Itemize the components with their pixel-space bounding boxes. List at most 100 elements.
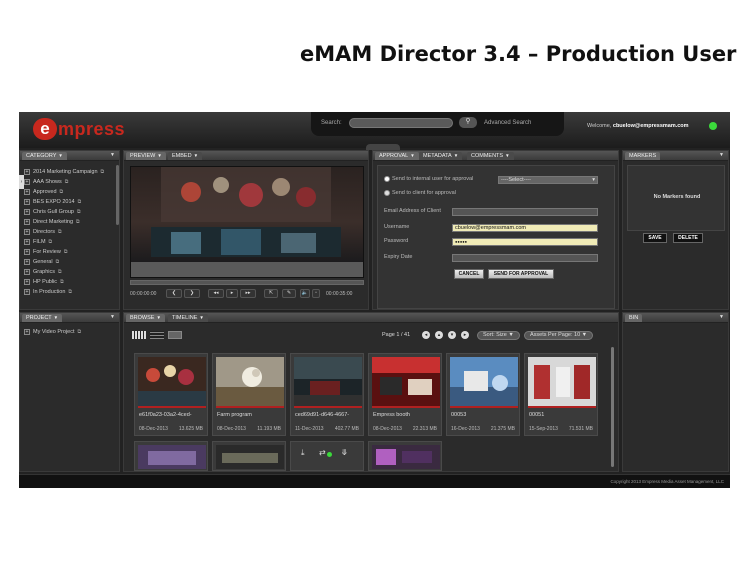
category-item[interactable]: +2014 Marketing Campaign ⧉ — [24, 167, 104, 177]
tab-project[interactable]: PROJECT ▼ — [22, 314, 63, 322]
username-field[interactable]: cbuelow@empressmam.com — [452, 224, 598, 232]
expand-icon[interactable]: + — [24, 278, 30, 285]
expand-icon[interactable]: + — [24, 178, 30, 185]
expand-icon[interactable]: + — [24, 238, 30, 245]
expand-icon[interactable]: + — [24, 188, 30, 195]
download-icon[interactable]: ⤓ — [301, 448, 305, 458]
step-back-icon[interactable]: ❮ — [166, 289, 182, 298]
expand-icon[interactable]: + — [24, 288, 30, 295]
asset-thumbnail[interactable] — [528, 357, 596, 407]
chevron-down-icon[interactable]: ▼ — [110, 152, 115, 158]
category-item[interactable]: + Approved ⧉ — [24, 187, 63, 197]
rewind-icon[interactable]: ◂◂ — [208, 289, 224, 298]
email-field[interactable] — [452, 208, 598, 216]
search-input[interactable] — [349, 118, 453, 128]
user-select[interactable]: ----Select---- ▾ — [498, 176, 598, 184]
asset-thumbnail[interactable] — [372, 445, 440, 469]
tab-approval[interactable]: APPROVAL ▼ — [375, 152, 419, 160]
asset-card[interactable]: ced69d91-d646-4667- 11-Dec-2013 402.77 M… — [290, 353, 364, 436]
category-item[interactable]: + For Review ⧉ — [24, 247, 67, 257]
tab-preview[interactable]: PREVIEW ▼ — [126, 152, 166, 160]
next-page-icon[interactable]: ▾ — [448, 331, 456, 339]
asset-card[interactable] — [134, 441, 208, 471]
category-item[interactable]: + AAA Shows ⧉ — [24, 177, 68, 187]
cancel-button[interactable]: CANCEL — [454, 269, 484, 279]
mark-in-icon[interactable]: ⇱ — [264, 289, 278, 298]
send-for-approval-button[interactable]: SEND FOR APPROVAL — [488, 269, 554, 279]
category-item[interactable]: + BES EXPO 2014 ⧉ — [24, 197, 81, 207]
asset-card[interactable]: 00053 16-Dec-2013 21.375 MB — [446, 353, 520, 436]
asset-card[interactable]: 00051 15-Sep-2013 71.531 MB — [524, 353, 598, 436]
asset-thumbnail[interactable] — [450, 357, 518, 407]
pencil-icon[interactable]: ✎ — [282, 289, 296, 298]
tab-comments[interactable]: COMMENTS ▼ — [467, 152, 514, 160]
chevron-down-icon[interactable]: ▼ — [110, 314, 115, 320]
save-button[interactable]: SAVE — [643, 233, 667, 243]
expand-icon[interactable]: + — [24, 218, 30, 225]
assets-per-page-dropdown[interactable]: Assets Per Page: 10 ▼ — [524, 331, 594, 340]
chevron-down-icon[interactable]: ▼ — [719, 314, 724, 320]
last-page-icon[interactable]: ▸ — [461, 331, 469, 339]
play-icon[interactable]: ▸ — [226, 289, 238, 298]
sort-dropdown[interactable]: Sort: Size ▼ — [477, 331, 520, 340]
expand-icon[interactable]: + — [24, 208, 30, 215]
list-view-icon[interactable] — [150, 331, 164, 339]
expand-icon[interactable]: + — [24, 168, 30, 175]
category-item[interactable]: + Chris Gull Group ⧉ — [24, 207, 81, 217]
step-forward-icon[interactable]: ❯ — [184, 289, 200, 298]
grid-view-icon[interactable] — [132, 331, 146, 339]
category-item[interactable]: + In Production ⧉ — [24, 287, 72, 297]
expand-icon[interactable]: + — [24, 198, 30, 205]
expand-icon[interactable]: + — [24, 258, 30, 265]
asset-thumbnail[interactable] — [372, 357, 440, 407]
asset-thumbnail[interactable] — [138, 445, 206, 469]
category-item[interactable]: + Directors ⧉ — [24, 227, 62, 237]
asset-card[interactable]: Empress booth 08-Dec-2013 22.313 MB — [368, 353, 442, 436]
radio-internal[interactable] — [384, 176, 390, 182]
asset-thumbnail[interactable] — [216, 357, 284, 407]
add-to-bin-icon[interactable]: ⇄ — [319, 448, 326, 457]
expiry-date-field[interactable] — [452, 254, 598, 262]
welcome-user[interactable]: cbuelow@empressmam.com — [613, 123, 689, 129]
password-field[interactable]: ●●●●● — [452, 238, 598, 246]
collapse-icon[interactable]: ⤋ — [341, 448, 348, 457]
asset-card[interactable] — [212, 441, 286, 471]
expand-icon[interactable]: + — [24, 328, 30, 335]
delete-button[interactable]: DELETE — [673, 233, 703, 243]
asset-card[interactable]: e61f0a23-03a2-4ced- 08-Dec-2013 13.625 M… — [134, 353, 208, 436]
tab-timeline[interactable]: TIMELINE ▼ — [168, 314, 208, 322]
category-item[interactable]: + Direct Marketing ⧉ — [24, 217, 80, 227]
project-item[interactable]: + My Video Project ⧉ — [24, 327, 81, 337]
asset-thumbnail[interactable] — [294, 357, 362, 407]
asset-card[interactable]: Farm program 08-Dec-2013 11.193 MB — [212, 353, 286, 436]
category-scrollbar[interactable] — [116, 165, 119, 225]
tab-bin[interactable]: BIN — [625, 314, 643, 322]
seek-bar[interactable] — [130, 280, 364, 285]
category-item[interactable]: + General ⧉ — [24, 257, 59, 267]
search-icon[interactable]: ⚲ — [459, 117, 477, 128]
detail-view-icon[interactable] — [168, 331, 182, 339]
first-page-icon[interactable]: ◂ — [422, 331, 430, 339]
tab-metadata[interactable]: METADATA ▼ — [419, 152, 463, 160]
fast-forward-icon[interactable]: ▸▸ — [240, 289, 256, 298]
asset-thumbnail[interactable] — [216, 445, 284, 469]
browse-scrollbar[interactable] — [611, 347, 614, 467]
tab-markers[interactable]: MARKERS — [625, 152, 661, 160]
tab-browse[interactable]: BROWSE ▼ — [126, 314, 165, 322]
asset-card[interactable] — [368, 441, 442, 471]
radio-client[interactable] — [384, 190, 390, 196]
chevron-down-icon[interactable]: ▼ — [719, 152, 724, 158]
tab-embed[interactable]: EMBED ▼ — [168, 152, 203, 160]
tab-category[interactable]: CATEGORY ▼ — [22, 152, 67, 160]
volume-icon[interactable]: 🔈 — [300, 289, 310, 298]
expand-icon[interactable]: + — [24, 248, 30, 255]
prev-page-icon[interactable]: ▴ — [435, 331, 443, 339]
asset-card[interactable]: ⤓ ⇄ ⤋ — [290, 441, 364, 471]
expand-icon[interactable]: + — [24, 268, 30, 275]
expand-icon[interactable]: + — [24, 228, 30, 235]
advanced-search-link[interactable]: Advanced Search — [484, 120, 531, 126]
category-item[interactable]: + FILM ⧉ — [24, 237, 52, 247]
category-item[interactable]: + Graphics ⧉ — [24, 267, 62, 277]
asset-thumbnail[interactable] — [138, 357, 206, 407]
category-item[interactable]: + HP Public ⧉ — [24, 277, 64, 287]
